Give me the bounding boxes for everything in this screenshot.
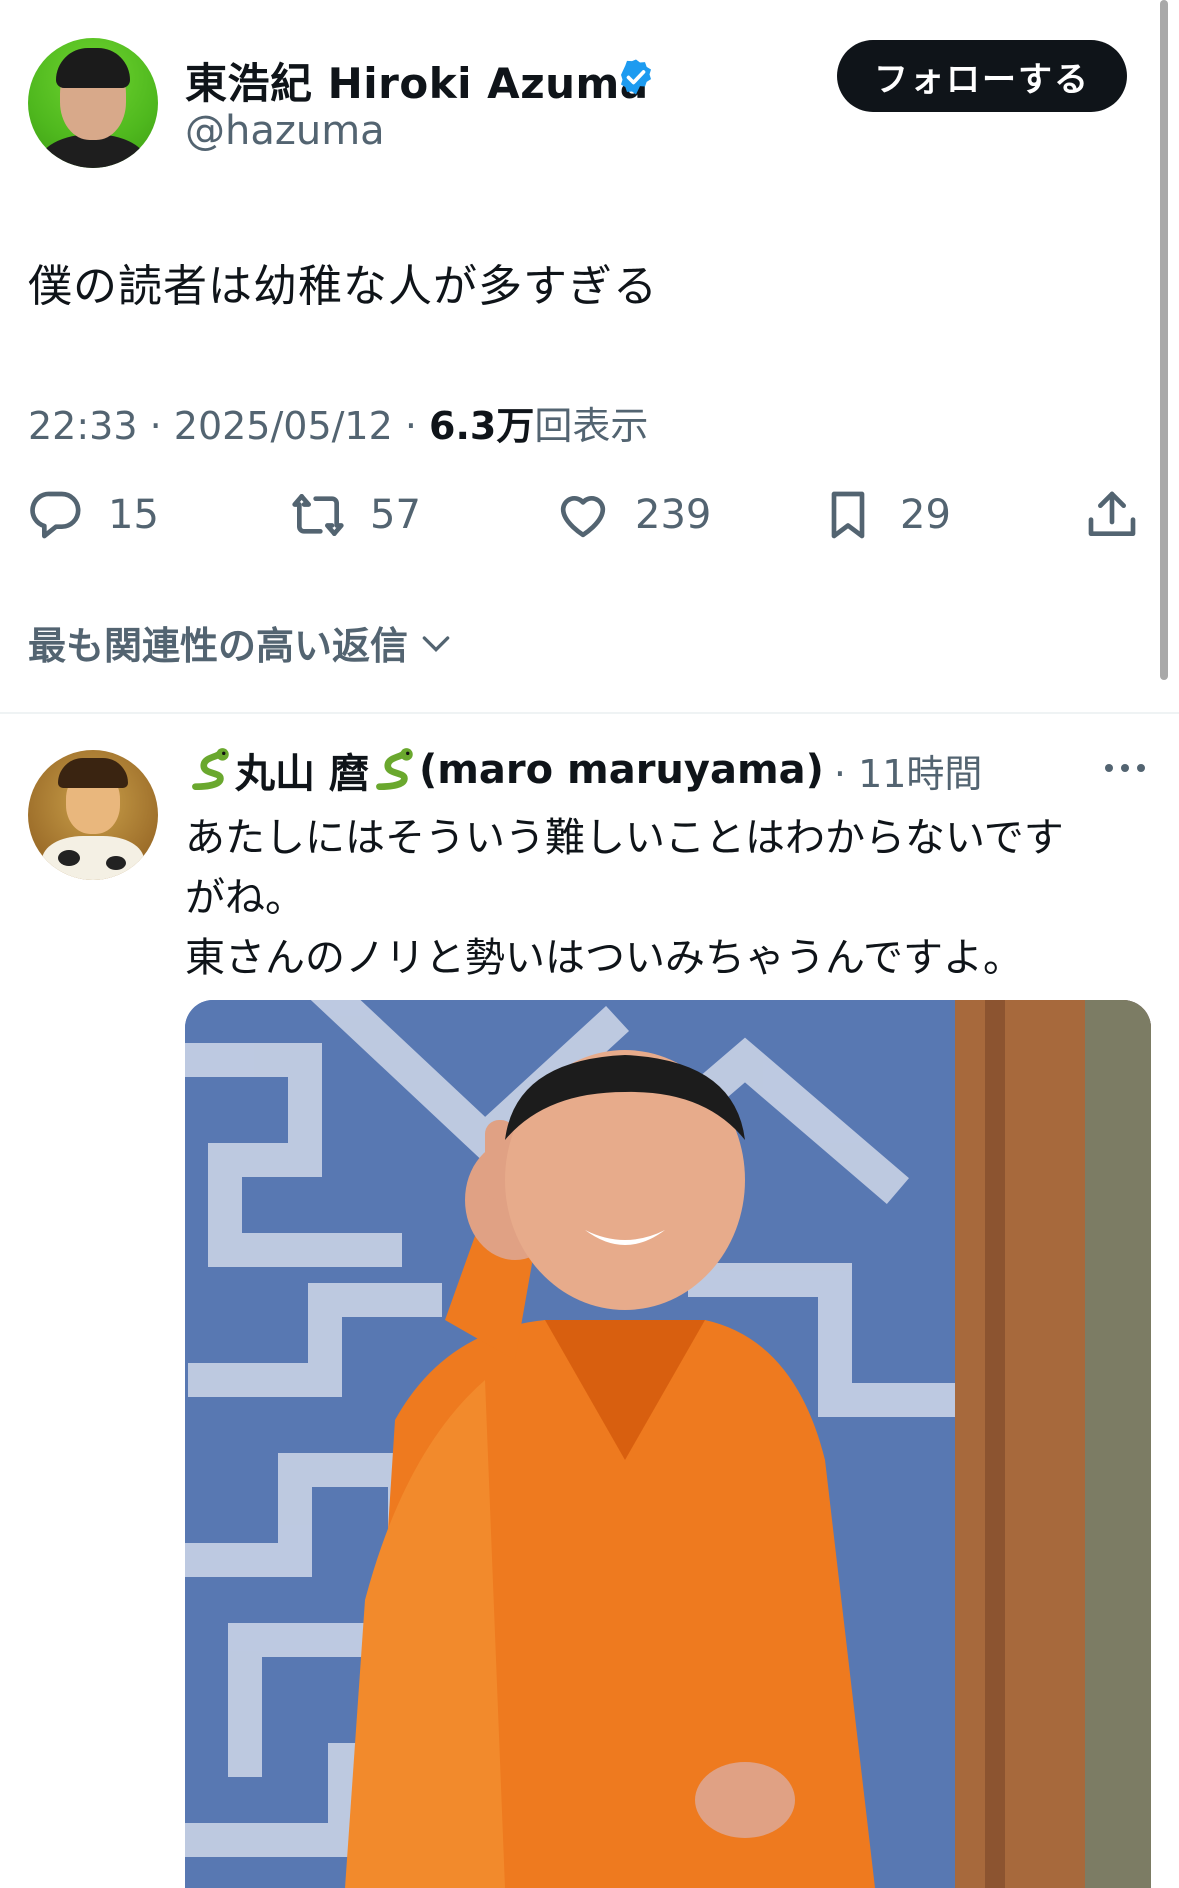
snake-emoji-icon — [192, 748, 229, 790]
reply-sort-label: 最も関連性の高い返信 — [28, 624, 409, 668]
chevron-down-icon — [422, 635, 450, 652]
like-action[interactable]: 239 — [555, 485, 711, 545]
more-icon[interactable] — [1102, 758, 1148, 778]
tweet-text: 僕の読者は幼稚な人が多すぎる — [28, 261, 658, 312]
reply-header: 丸山 麿 (maro maruyama) · 11時間 — [185, 743, 983, 798]
like-icon — [560, 496, 606, 538]
reply-count: 15 — [108, 492, 159, 538]
share-action[interactable] — [1084, 485, 1164, 545]
reply-text: あたしにはそういう難しいことはわからないです がね。 東さんのノリと勢いはついみ… — [185, 808, 1125, 988]
bookmark-action[interactable]: 29 — [820, 485, 951, 545]
bookmark-icon — [831, 491, 865, 539]
author-handle[interactable]: @hazuma — [185, 108, 385, 154]
views-count: 6.3万 — [429, 404, 535, 448]
reply-text-line: がね。 — [185, 875, 305, 921]
reply-text-line: あたしにはそういう難しいことはわからないです — [185, 815, 1064, 861]
share-icon — [1088, 491, 1136, 536]
meta-separator: · — [137, 404, 174, 448]
tweet-meta: 22:33 · 2025/05/12 · 6.3万回表示 — [28, 395, 648, 450]
reply-sort-dropdown[interactable]: 最も関連性の高い返信 — [28, 615, 456, 670]
reply-avatar[interactable] — [28, 750, 158, 880]
scrollbar[interactable] — [1160, 0, 1168, 680]
reply-author-name-suffix[interactable]: (maro maruyama) — [419, 747, 824, 793]
verified-badge-icon — [621, 59, 651, 95]
snake-emoji-icon — [376, 748, 413, 790]
reply-time[interactable]: · 11時間 — [834, 743, 983, 798]
reply-author-name[interactable]: 丸山 麿 — [235, 741, 369, 799]
retweet-icon — [292, 494, 344, 536]
follow-button[interactable]: フォローする — [837, 40, 1127, 112]
retweet-action[interactable]: 57 — [290, 485, 421, 545]
reply-action[interactable]: 15 — [28, 485, 159, 545]
avatar[interactable] — [28, 38, 158, 168]
meta-separator: · — [392, 404, 430, 448]
retweet-count: 57 — [370, 492, 421, 538]
author-name[interactable]: 東浩紀 Hiroki Azuma — [185, 50, 649, 111]
views-label: 回表示 — [534, 404, 649, 448]
bookmark-count: 29 — [900, 492, 951, 538]
reply-text-line: 東さんのノリと勢いはついみちゃうんですよ。 — [185, 935, 1023, 981]
tweet-time[interactable]: 22:33 — [28, 404, 138, 448]
reply-icon — [30, 491, 81, 539]
divider — [0, 712, 1179, 714]
media-illustration — [185, 1000, 1151, 1888]
like-count: 239 — [635, 492, 712, 538]
tweet-date[interactable]: 2025/05/12 — [174, 404, 393, 448]
reply-media-image[interactable] — [185, 1000, 1151, 1888]
